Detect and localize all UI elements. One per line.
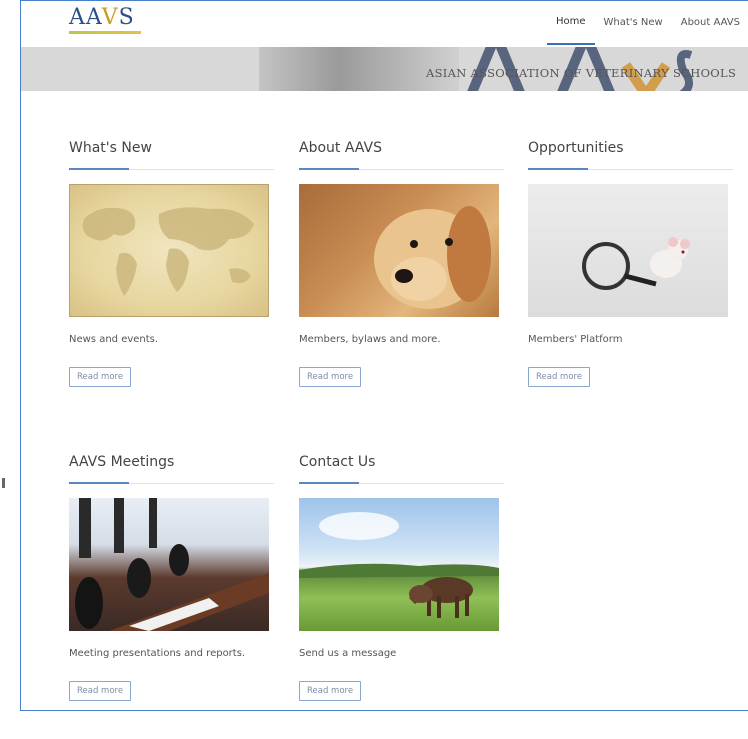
site-header: AAVS Home What's New About AAVS (21, 1, 748, 47)
card-title: Contact Us (299, 454, 376, 470)
conference-room-image[interactable] (69, 498, 269, 631)
dog-icon (374, 206, 491, 309)
nav-whats-new[interactable]: What's New (595, 2, 672, 44)
golden-retriever-image[interactable] (299, 184, 499, 317)
card-description: Send us a message (299, 648, 397, 659)
world-map-icon (69, 184, 269, 317)
card-divider (69, 168, 274, 170)
mouse-magnifier-image[interactable] (528, 184, 728, 317)
horse-icon (299, 512, 499, 618)
card-divider (528, 168, 733, 170)
conference-table-icon (75, 498, 269, 631)
horse-field-image[interactable] (299, 498, 499, 631)
read-more-button[interactable]: Read more (528, 367, 591, 387)
card-whats-new: What's New News and events. Read more (69, 137, 274, 387)
card-description: Members, bylaws and more. (299, 334, 441, 345)
nav-about-aavs[interactable]: About AAVS (672, 2, 748, 44)
card-description: Members' Platform (528, 334, 623, 345)
magnifying-glass-icon (582, 237, 690, 290)
card-title: AAVS Meetings (69, 454, 175, 470)
card-about-aavs: About AAVS Members, bylaws and more. Rea… (299, 137, 504, 387)
read-more-button[interactable]: Read more (69, 681, 132, 701)
side-marker (2, 478, 5, 488)
card-title: Opportunities (528, 140, 624, 156)
card-description: News and events. (69, 334, 159, 345)
card-contact-us: Contact Us Send us a message Read more (299, 451, 504, 701)
card-opportunities: Opportunities Members' Platform Read mor… (528, 137, 733, 387)
read-more-button[interactable]: Read more (69, 367, 132, 387)
card-aavs-meetings: AAVS Meetings Meeting presentations and … (69, 451, 274, 701)
card-description: Meeting presentations and reports. (69, 648, 246, 659)
card-divider (299, 482, 504, 484)
site-logo[interactable]: AAVS (69, 7, 141, 34)
browser-viewport: AAVS Home What's New About AAVS ASIAN AS… (20, 0, 748, 711)
read-more-button[interactable]: Read more (299, 681, 362, 701)
banner-caption: ASIAN ASSOCIATION OF VETERINARY SCHOOLS (426, 66, 737, 80)
main-nav: Home What's New About AAVS (546, 1, 748, 45)
card-divider (299, 168, 504, 170)
world-map-image[interactable] (69, 184, 269, 317)
card-divider (69, 482, 274, 484)
card-title: What's New (69, 140, 152, 156)
read-more-button[interactable]: Read more (299, 367, 362, 387)
logo-wordmark: AAVS (69, 5, 135, 30)
logo-underline (69, 31, 141, 34)
card-title: About AAVS (299, 140, 382, 156)
hero-banner: ASIAN ASSOCIATION OF VETERINARY SCHOOLS (21, 47, 748, 91)
nav-home[interactable]: Home (546, 1, 595, 45)
